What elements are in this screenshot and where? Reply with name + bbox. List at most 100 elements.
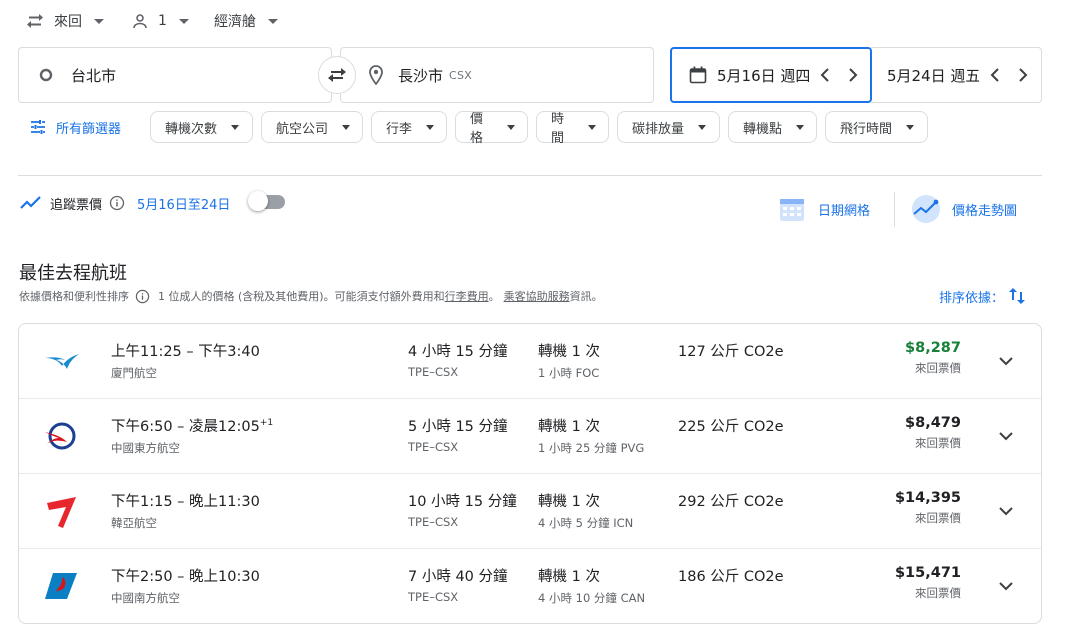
divider: [894, 192, 895, 227]
flight-layover: 4 小時 10 分鐘 CAN: [538, 591, 646, 605]
chip-label: 行李: [386, 121, 413, 137]
asiana-airlines-logo: [43, 494, 81, 530]
chip-label: 價格: [470, 112, 484, 146]
chevron-down-icon: [588, 124, 596, 130]
filter-chip-stops[interactable]: 轉機次數: [150, 111, 253, 143]
origin-circle-icon: [39, 68, 53, 82]
all-filters-button[interactable]: 所有篩選器: [30, 116, 121, 138]
info-icon[interactable]: [135, 289, 150, 304]
filter-chip-times[interactable]: 時間: [536, 111, 609, 146]
calendar-icon: [689, 66, 707, 84]
expand-button[interactable]: [993, 573, 1019, 599]
all-filters-label: 所有篩選器: [56, 121, 122, 137]
tune-icon: [30, 119, 46, 135]
price-note: 1 位成人的價格 (含稅及其他費用)。可能須支付額外費用和: [158, 290, 445, 303]
date-grid-button[interactable]: 日期網格: [778, 194, 870, 224]
price-type-label: 來回票價: [915, 586, 961, 600]
chevron-down-icon: [999, 581, 1013, 591]
cabin-label: 經濟艙: [214, 14, 256, 30]
previous-return-date-button[interactable]: [983, 63, 1007, 87]
results-note: 依據價格和便利性排序 1 位成人的價格 (含稅及其他費用)。可能須支付額外費用和…: [19, 288, 603, 304]
flight-duration: 7 小時 40 分鐘: [408, 569, 508, 585]
chevron-down-icon: [999, 356, 1013, 366]
trip-type-dropdown[interactable]: 來回: [26, 10, 104, 32]
filter-chip-price[interactable]: 價格: [455, 111, 528, 146]
depart-date-field[interactable]: 5月16日 週四: [670, 47, 872, 103]
calendar-grid-icon: [778, 195, 806, 223]
flight-times: 下午2:50 – 晚上10:30: [111, 565, 260, 586]
info-icon[interactable]: [109, 195, 125, 211]
flight-times: 上午11:25 – 下午3:40: [111, 340, 260, 361]
flight-price: $8,287: [905, 340, 961, 356]
tracking-date-range: 5月16日至24日: [137, 197, 231, 213]
baggage-fees-link[interactable]: 行李費用: [445, 288, 489, 304]
chevron-down-icon: [906, 124, 915, 130]
cabin-dropdown[interactable]: 經濟艙: [214, 10, 278, 32]
next-return-date-button[interactable]: [1011, 63, 1035, 87]
flight-emissions: 292 公斤 CO2e: [678, 494, 784, 510]
flights-list: 上午11:25 – 下午3:40 廈門航空 4 小時 15 分鐘 TPE–CSX…: [18, 323, 1042, 624]
flight-duration: 10 小時 15 分鐘: [408, 494, 517, 510]
sort-arrows-icon: [1008, 286, 1026, 306]
passenger-assistance-link[interactable]: 乘客協助服務: [504, 288, 570, 304]
chevron-down-icon: [796, 124, 804, 130]
day-offset: +1: [259, 418, 274, 429]
flight-row[interactable]: 下午2:50 – 晚上10:30 中國南方航空 7 小時 40 分鐘 TPE–C…: [19, 549, 1041, 623]
filter-chip-connecting-airports[interactable]: 轉機點: [728, 111, 817, 143]
swap-arrows-icon: [327, 66, 347, 84]
origin-field[interactable]: 台北市: [18, 47, 332, 103]
next-date-button[interactable]: [841, 63, 865, 87]
divider: [18, 175, 1042, 176]
sort-button[interactable]: 排序依據：: [939, 284, 1026, 308]
flight-times-value: 下午1:15 – 晚上11:30: [111, 494, 260, 510]
filter-chip-duration[interactable]: 飛行時間: [825, 111, 928, 143]
chevron-down-icon: [268, 18, 278, 24]
expand-button[interactable]: [993, 423, 1019, 449]
swap-arrows-icon: [26, 13, 44, 29]
chip-label: 航空公司: [276, 121, 329, 137]
filter-chip-bags[interactable]: 行李: [371, 111, 447, 143]
flight-row[interactable]: 下午6:50 – 凌晨12:05+1 中國東方航空 5 小時 15 分鐘 TPE…: [19, 399, 1041, 474]
expand-button[interactable]: [993, 348, 1019, 374]
flight-times: 下午6:50 – 凌晨12:05+1: [111, 415, 273, 436]
filter-chip-emissions[interactable]: 碳排放量: [617, 111, 720, 143]
price-graph-icon: [910, 194, 942, 224]
person-icon: [132, 13, 148, 29]
flight-times-value: 下午6:50 – 凌晨12:05: [111, 419, 260, 435]
chip-label: 碳排放量: [632, 121, 685, 137]
toggle-knob[interactable]: [248, 191, 268, 211]
price-graph-button[interactable]: 價格走勢圖: [910, 194, 1017, 224]
price-note-sep: 。: [488, 290, 500, 303]
flight-times-value: 上午11:25 – 下午3:40: [111, 344, 260, 360]
flight-stops: 轉機 1 次: [538, 344, 600, 360]
flight-row[interactable]: 下午1:15 – 晚上11:30 韓亞航空 10 小時 15 分鐘 TPE–CS…: [19, 474, 1041, 549]
origin-value: 台北市: [71, 66, 117, 85]
chevron-down-icon: [507, 124, 515, 130]
chevron-down-icon: [999, 431, 1013, 441]
chip-label: 轉機點: [743, 121, 783, 137]
flight-layover: 4 小時 5 分鐘 ICN: [538, 516, 634, 530]
trend-line-icon: [20, 196, 42, 210]
flight-times-value: 下午2:50 – 晚上10:30: [111, 569, 260, 585]
flight-route: TPE–CSX: [408, 515, 459, 529]
swap-locations-button[interactable]: [318, 56, 356, 94]
airline-name: 中國南方航空: [111, 591, 180, 605]
xiamen-airlines-logo: [43, 348, 81, 374]
filter-chip-airlines[interactable]: 航空公司: [261, 111, 363, 143]
passengers-dropdown[interactable]: 1: [132, 10, 189, 32]
return-date-field[interactable]: 5月24日 週五: [871, 47, 1042, 103]
destination-field[interactable]: 長沙市 CSX: [340, 47, 654, 103]
airline-name: 韓亞航空: [111, 516, 157, 530]
flight-stops: 轉機 1 次: [538, 494, 600, 510]
chevron-down-icon: [231, 124, 240, 130]
expand-button[interactable]: [993, 498, 1019, 524]
flight-row[interactable]: 上午11:25 – 下午3:40 廈門航空 4 小時 15 分鐘 TPE–CSX…: [19, 324, 1041, 399]
previous-date-button[interactable]: [813, 63, 837, 87]
sort-label: 排序依據：: [939, 290, 1005, 306]
flight-layover: 1 小時 FOC: [538, 366, 600, 380]
flight-duration: 5 小時 15 分鐘: [408, 419, 508, 435]
flight-price: $8,479: [905, 415, 961, 431]
airline-name: 廈門航空: [111, 366, 157, 380]
airline-name: 中國東方航空: [111, 441, 180, 455]
price-type-label: 來回票價: [915, 361, 961, 375]
